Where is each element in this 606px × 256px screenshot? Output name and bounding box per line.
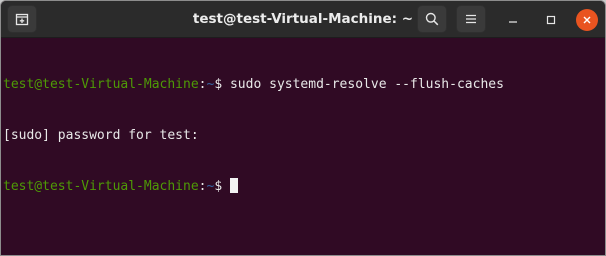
new-tab-button[interactable] bbox=[7, 5, 37, 33]
prompt-colon: : bbox=[198, 179, 207, 194]
command-output: [sudo] password for test: bbox=[3, 128, 199, 143]
close-button[interactable] bbox=[576, 9, 598, 31]
new-tab-icon bbox=[15, 13, 29, 26]
close-icon bbox=[583, 16, 591, 24]
terminal-line: test@test-Virtual-Machine:~$ bbox=[3, 178, 603, 195]
command-text: sudo systemd-resolve --flush-caches bbox=[229, 77, 504, 92]
search-button[interactable] bbox=[417, 5, 447, 33]
prompt-symbol: $ bbox=[214, 179, 230, 194]
maximize-button[interactable] bbox=[540, 9, 562, 31]
menu-button[interactable] bbox=[456, 5, 486, 33]
hamburger-menu-icon bbox=[466, 14, 476, 24]
search-icon bbox=[425, 12, 439, 26]
maximize-icon bbox=[546, 15, 556, 25]
prompt-symbol: $ bbox=[214, 77, 230, 92]
prompt-user-host: test@test-Virtual-Machine bbox=[3, 179, 199, 194]
prompt-colon: : bbox=[198, 77, 207, 92]
prompt-user-host: test@test-Virtual-Machine bbox=[3, 77, 199, 92]
terminal-line: test@test-Virtual-Machine:~$ sudo system… bbox=[3, 76, 603, 93]
terminal-output[interactable]: test@test-Virtual-Machine:~$ sudo system… bbox=[1, 38, 605, 255]
text-cursor bbox=[229, 178, 238, 193]
minimize-icon bbox=[509, 21, 517, 23]
terminal-window: test@test-Virtual-Machine: ~ test@test-V… bbox=[0, 0, 606, 256]
terminal-line: [sudo] password for test: bbox=[3, 127, 603, 144]
minimize-button[interactable] bbox=[502, 9, 524, 31]
title-bar: test@test-Virtual-Machine: ~ bbox=[1, 1, 605, 38]
